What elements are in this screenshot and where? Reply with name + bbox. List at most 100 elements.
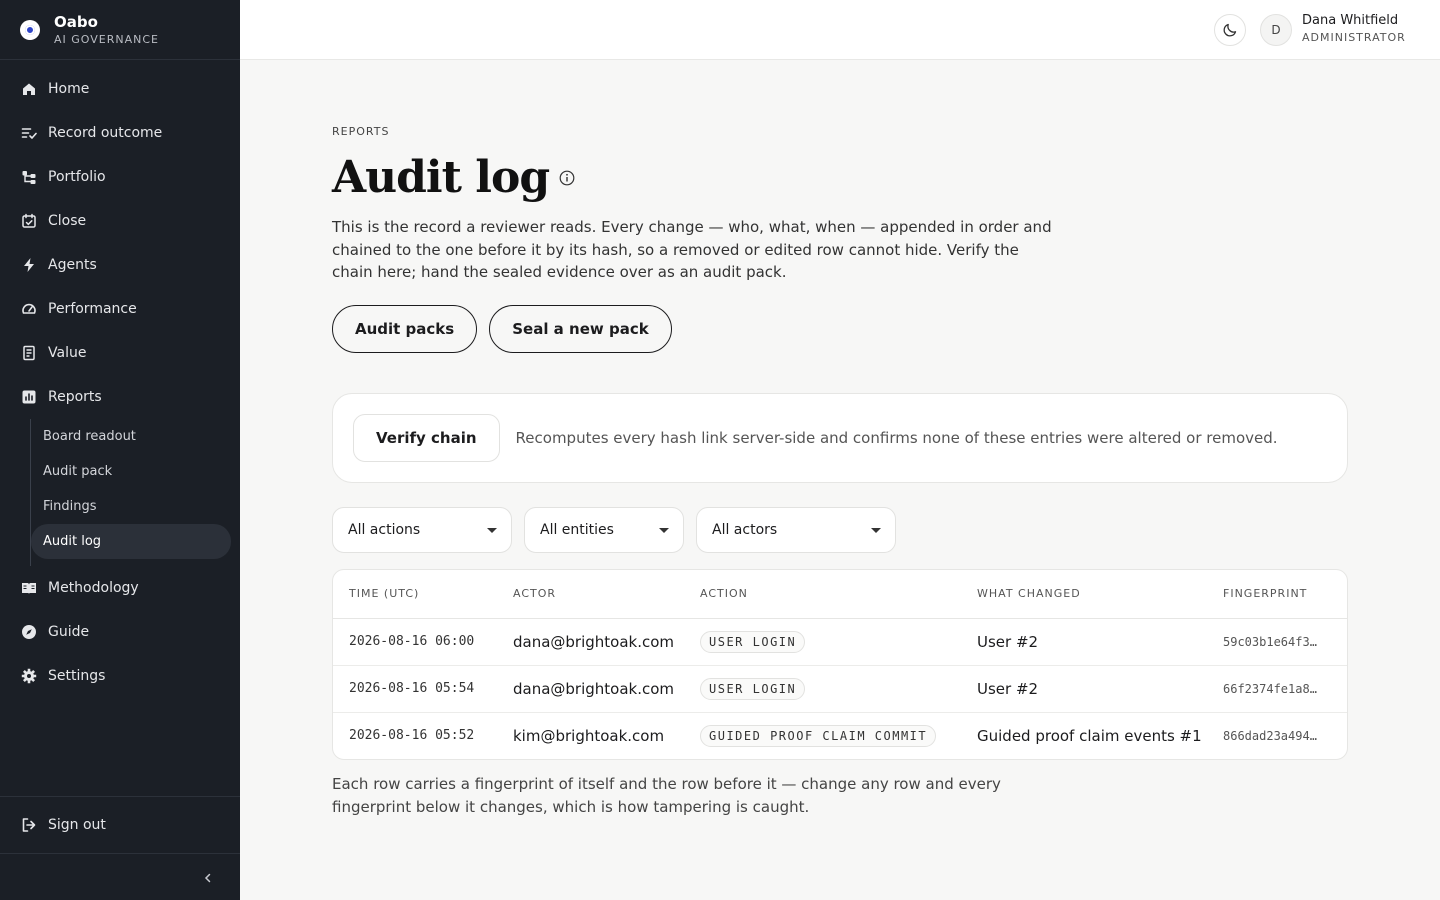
nav-label: Record outcome bbox=[48, 125, 163, 141]
ledger-icon bbox=[20, 345, 37, 362]
user-role: ADMINISTRATOR bbox=[1302, 31, 1406, 44]
main-nav: Home Record outcome Portfolio Close Agen… bbox=[0, 60, 240, 698]
seal-new-pack-button[interactable]: Seal a new pack bbox=[489, 305, 672, 353]
nav-label: Value bbox=[48, 345, 87, 361]
nav-label: Performance bbox=[48, 301, 137, 317]
sign-out-label: Sign out bbox=[48, 817, 106, 833]
collapse-sidebar-button[interactable] bbox=[198, 868, 218, 888]
book-icon bbox=[20, 580, 37, 597]
column-header-time[interactable]: TIME (UTC) bbox=[333, 570, 513, 619]
verify-chain-description: Recomputes every hash link server-side a… bbox=[515, 429, 1278, 447]
table-row[interactable]: 2026-08-16 05:54 dana@brightoak.com USER… bbox=[333, 665, 1347, 713]
nav-label: Home bbox=[48, 81, 90, 97]
cell-actor: kim@brightoak.com bbox=[513, 726, 665, 745]
nav-item-methodology[interactable]: Methodology bbox=[0, 566, 240, 610]
sign-out-icon bbox=[20, 817, 37, 834]
portfolio-icon bbox=[20, 169, 37, 186]
home-icon bbox=[20, 81, 37, 98]
table-row[interactable]: 2026-08-16 06:00 dana@brightoak.com USER… bbox=[333, 618, 1347, 666]
filters: All actions All entities All actors bbox=[332, 507, 896, 553]
subnav-item-findings[interactable]: Findings bbox=[30, 489, 231, 524]
cell-actor: dana@brightoak.com bbox=[513, 618, 700, 666]
avatar[interactable]: D bbox=[1260, 14, 1292, 46]
moon-icon bbox=[1223, 23, 1237, 37]
subnav-item-board-readout[interactable]: Board readout bbox=[30, 419, 231, 454]
gear-icon bbox=[20, 668, 37, 685]
nav-item-portfolio[interactable]: Portfolio bbox=[0, 155, 240, 199]
compass-icon bbox=[20, 624, 37, 641]
nav-item-performance[interactable]: Performance bbox=[0, 287, 240, 331]
gauge-icon bbox=[20, 301, 37, 318]
cell-time: 2026-08-16 06:00 bbox=[333, 618, 513, 666]
action-badge: GUIDED PROOF CLAIM COMMIT bbox=[700, 724, 937, 747]
cell-fingerprint: 66f2374fe1a8… bbox=[1223, 681, 1317, 696]
brand[interactable]: Oabo AI GOVERNANCE bbox=[0, 0, 240, 60]
actors-filter-value: All actors bbox=[712, 522, 778, 538]
action-badge: USER LOGIN bbox=[700, 630, 806, 653]
actions-filter-value: All actions bbox=[348, 522, 421, 538]
column-header-action[interactable]: ACTION bbox=[700, 570, 977, 619]
cell-what-changed: User #2 bbox=[977, 618, 1223, 666]
chevron-left-icon bbox=[204, 873, 211, 883]
verify-chain-card: Verify chain Recomputes every hash link … bbox=[332, 393, 1348, 483]
action-badge: USER LOGIN bbox=[700, 677, 806, 700]
brand-subtitle: AI GOVERNANCE bbox=[54, 32, 159, 46]
bar-chart-icon bbox=[20, 389, 37, 406]
subnav-item-audit-pack[interactable]: Audit pack bbox=[30, 454, 231, 489]
nav-label: Methodology bbox=[48, 580, 139, 596]
page-description: This is the record a reviewer reads. Eve… bbox=[332, 218, 1052, 281]
page-title-text: Audit log bbox=[332, 152, 550, 203]
column-header-actor[interactable]: ACTOR bbox=[513, 570, 700, 619]
nav-label: Agents bbox=[48, 257, 97, 273]
cell-what-changed: User #2 bbox=[977, 665, 1223, 713]
bolt-icon bbox=[20, 257, 37, 274]
nav-label: Reports bbox=[48, 389, 102, 405]
chevron-down-icon bbox=[487, 527, 497, 533]
chevron-down-icon bbox=[659, 527, 669, 533]
nav-item-close[interactable]: Close bbox=[0, 199, 240, 243]
column-header-what-changed[interactable]: WHAT CHANGED bbox=[977, 570, 1223, 619]
nav-item-value[interactable]: Value bbox=[0, 331, 240, 375]
subnav-item-audit-log[interactable]: Audit log bbox=[31, 524, 231, 559]
nav-item-guide[interactable]: Guide bbox=[0, 610, 240, 654]
topbar: D Dana Whitfield ADMINISTRATOR bbox=[240, 0, 1440, 60]
cell-time: 2026-08-16 05:54 bbox=[333, 665, 513, 713]
entities-filter-value: All entities bbox=[540, 522, 614, 538]
audit-packs-button[interactable]: Audit packs bbox=[332, 305, 478, 353]
entities-filter-select[interactable]: All entities bbox=[524, 507, 684, 553]
verify-chain-button[interactable]: Verify chain bbox=[353, 414, 500, 462]
info-icon[interactable] bbox=[559, 170, 575, 186]
theme-toggle-button[interactable] bbox=[1214, 14, 1246, 46]
table-row[interactable]: 2026-08-16 05:52 kim@brightoak.com GUIDE… bbox=[333, 712, 1347, 759]
nav-item-record-outcome[interactable]: Record outcome bbox=[0, 111, 240, 155]
brand-logo-icon bbox=[20, 19, 40, 40]
table-header-row: TIME (UTC) ACTOR ACTION WHAT CHANGED FIN… bbox=[333, 570, 1347, 619]
audit-log-table: TIME (UTC) ACTOR ACTION WHAT CHANGED FIN… bbox=[332, 569, 1348, 760]
nav-item-settings[interactable]: Settings bbox=[0, 654, 240, 698]
nav-item-home[interactable]: Home bbox=[0, 67, 240, 111]
brand-name: Oabo bbox=[54, 12, 98, 31]
reports-subnav: Board readout Audit pack Findings Audit … bbox=[30, 419, 240, 566]
chevron-down-icon bbox=[871, 527, 881, 533]
cell-actor: dana@brightoak.com bbox=[513, 665, 700, 713]
nav-item-agents[interactable]: Agents bbox=[0, 243, 240, 287]
cell-fingerprint: 59c03b1e64f3… bbox=[1223, 634, 1317, 649]
table-footnote: Each row carries a fingerprint of itself… bbox=[332, 775, 1001, 816]
sidebar: Oabo AI GOVERNANCE Home Record outcome P… bbox=[0, 0, 240, 900]
breadcrumb: REPORTS bbox=[332, 125, 390, 138]
cell-fingerprint: 866dad23a494… bbox=[1223, 728, 1317, 743]
column-header-fingerprint[interactable]: FINGERPRINT bbox=[1223, 570, 1347, 619]
calendar-check-icon bbox=[20, 213, 37, 230]
actors-filter-select[interactable]: All actors bbox=[696, 507, 896, 553]
actions-filter-select[interactable]: All actions bbox=[332, 507, 512, 553]
nav-label: Settings bbox=[48, 668, 106, 684]
nav-item-reports[interactable]: Reports bbox=[0, 375, 240, 419]
nav-label: Guide bbox=[48, 624, 90, 640]
user-name: Dana Whitfield bbox=[1302, 13, 1399, 28]
cell-what-changed: Guided proof claim events #1 bbox=[977, 726, 1202, 745]
cell-time: 2026-08-16 05:52 bbox=[349, 728, 475, 744]
sign-out-button[interactable]: Sign out bbox=[0, 796, 240, 854]
list-check-icon bbox=[20, 125, 37, 142]
page-title: Audit log bbox=[332, 152, 575, 203]
action-buttons: Audit packs Seal a new pack bbox=[332, 305, 672, 353]
